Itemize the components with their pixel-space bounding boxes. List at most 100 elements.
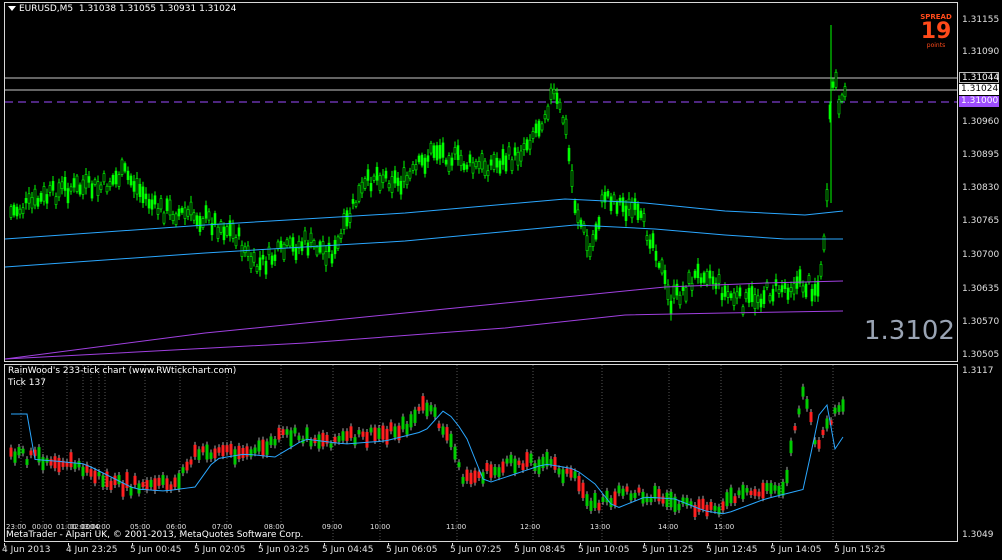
candle-body bbox=[132, 181, 136, 192]
tick-candle-body bbox=[41, 457, 45, 471]
tick-candle-body bbox=[241, 448, 245, 458]
candle-body bbox=[168, 199, 172, 216]
tick-candle-body bbox=[249, 449, 253, 457]
tick-candle-body bbox=[649, 497, 653, 503]
candle-body bbox=[804, 283, 808, 298]
tick-candle-body bbox=[725, 492, 729, 507]
candle-body bbox=[441, 142, 445, 158]
time-axis-label: 5 Jun 15:25 bbox=[834, 545, 886, 555]
tick-candle-body bbox=[165, 478, 169, 490]
tick-candle-body bbox=[809, 412, 813, 423]
candle-body bbox=[492, 154, 496, 170]
tick-candle-body bbox=[597, 502, 601, 511]
candle-body bbox=[531, 131, 535, 139]
tick-candle-body bbox=[617, 485, 621, 494]
candle-body bbox=[219, 221, 223, 233]
tick-candle-body bbox=[489, 464, 493, 478]
tick-candle-body bbox=[529, 453, 533, 463]
moving-average-slow-2 bbox=[5, 310, 844, 360]
candle-body bbox=[24, 198, 28, 204]
candle-body bbox=[135, 178, 139, 195]
time-axis-label: 5 Jun 02:05 bbox=[194, 545, 246, 555]
candle-body bbox=[438, 145, 442, 159]
candle-body bbox=[654, 250, 658, 261]
candle-body bbox=[378, 175, 382, 191]
price-axis-label: 1.31090 bbox=[962, 47, 1000, 57]
tick-candle-body bbox=[321, 432, 325, 447]
dropdown-arrow-icon[interactable] bbox=[8, 6, 16, 11]
tick-candle-body bbox=[677, 503, 681, 511]
tick-candle-body bbox=[205, 444, 209, 460]
candle-body bbox=[399, 180, 403, 195]
candle-body bbox=[30, 197, 34, 209]
candle-body bbox=[33, 188, 37, 206]
candle-body bbox=[432, 145, 436, 158]
candle-body bbox=[165, 198, 169, 211]
upper-line-price-tag: 1.31044 bbox=[959, 72, 999, 83]
candle-body bbox=[357, 185, 361, 202]
tick-candle-body bbox=[801, 386, 805, 397]
candle-body bbox=[342, 213, 346, 230]
tick-candle-body bbox=[353, 437, 357, 446]
tick-candle-body bbox=[561, 469, 565, 484]
tick-candle-body bbox=[177, 473, 181, 490]
tick-candle-body bbox=[781, 481, 785, 496]
tick-candle-body bbox=[273, 439, 277, 446]
tick-count-label: Tick 137 bbox=[8, 378, 46, 388]
candle-body bbox=[375, 166, 379, 181]
candle-body bbox=[417, 155, 421, 163]
tick-candle-body bbox=[549, 459, 553, 465]
tick-candle-body bbox=[285, 429, 289, 435]
candle-body bbox=[507, 146, 511, 156]
candle-body bbox=[117, 174, 121, 187]
candle-body bbox=[642, 213, 646, 223]
candle-body bbox=[687, 271, 691, 284]
tick-candle-body bbox=[269, 436, 273, 445]
tick-candle-body bbox=[497, 467, 501, 478]
tick-candle-body bbox=[633, 492, 637, 498]
candle-body bbox=[684, 287, 688, 302]
candle-body bbox=[468, 154, 472, 163]
tick-candle-body bbox=[77, 461, 81, 468]
moving-average-slow bbox=[5, 280, 844, 360]
candle-body bbox=[660, 259, 664, 274]
candle-body bbox=[573, 200, 577, 214]
tick-candle-body bbox=[433, 407, 437, 417]
candle-body bbox=[183, 207, 187, 219]
candle-body bbox=[324, 251, 328, 266]
candle-body bbox=[45, 194, 49, 204]
candle-body bbox=[237, 227, 241, 237]
candle-body bbox=[345, 210, 349, 227]
candle-body bbox=[363, 178, 367, 189]
candle-body bbox=[63, 176, 67, 191]
candle-body bbox=[768, 295, 772, 302]
candle-body bbox=[513, 147, 517, 156]
candle-body bbox=[813, 284, 817, 296]
candle-body bbox=[261, 254, 265, 260]
main-price-chart[interactable] bbox=[4, 2, 958, 362]
tick-candle-body bbox=[637, 487, 641, 493]
candle-body bbox=[330, 253, 334, 264]
tick-candles-canvas[interactable] bbox=[5, 365, 957, 541]
candle-body bbox=[450, 157, 454, 166]
price-candles-canvas[interactable] bbox=[5, 3, 957, 361]
candle-body bbox=[111, 175, 115, 185]
candle-body bbox=[267, 246, 271, 256]
candle-body bbox=[636, 203, 640, 220]
chart-window[interactable]: EURUSD,M5 1.31038 1.31055 1.30931 1.3102… bbox=[0, 0, 1002, 560]
candle-body bbox=[360, 181, 364, 194]
tick-candle-body bbox=[145, 480, 149, 491]
candle-body bbox=[354, 201, 358, 207]
tick-candle-body bbox=[593, 493, 597, 508]
time-axis-label: 5 Jun 06:05 bbox=[386, 545, 438, 555]
candle-body bbox=[231, 223, 235, 239]
candle-body bbox=[483, 160, 487, 176]
tick-chart-panel[interactable] bbox=[4, 364, 958, 542]
tick-candle-body bbox=[657, 489, 661, 502]
tick-candle-body bbox=[357, 430, 361, 435]
candle-body bbox=[9, 206, 13, 218]
tick-candle-body bbox=[745, 488, 749, 493]
tick-candle-body bbox=[25, 459, 29, 465]
tick-candle-body bbox=[129, 486, 133, 496]
tick-candle-body bbox=[437, 423, 441, 429]
